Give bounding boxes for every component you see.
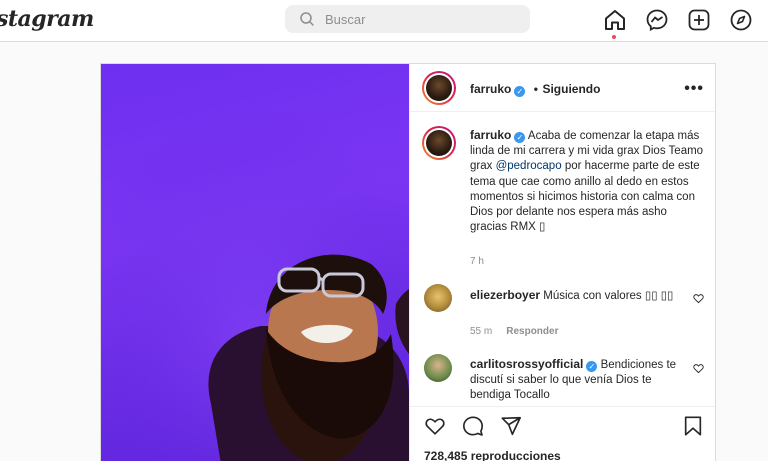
comment-2: carlitosrossyofficial ✓ Bendiciones te di… [470,357,690,403]
reply-button[interactable]: Responder [506,326,558,337]
comment-like-icon[interactable] [693,363,704,374]
more-options-icon[interactable]: ••• [684,80,704,98]
search-icon [300,12,314,26]
caption-username[interactable]: farruko [470,128,511,142]
following-button[interactable]: Siguiendo [542,82,600,96]
caption-time[interactable]: 7 h [470,256,484,267]
notification-dot [612,35,616,39]
author-avatar[interactable] [422,71,456,105]
verified-badge-icon: ✓ [514,86,526,97]
explore-icon[interactable] [729,8,753,32]
heart-icon[interactable] [424,415,446,437]
comment-1: eliezerboyer Música con valores ▯▯ ▯▯ [470,288,690,304]
caption-avatar[interactable] [422,126,456,160]
follow-separator: • [533,82,538,96]
commenter-avatar[interactable] [424,284,452,312]
comment-text: Música con valores ▯▯ ▯▯ [543,290,674,302]
post-header: farruko ✓ • Siguiendo ••• [410,64,715,112]
post-caption: farruko ✓ Acaba de comenzar la etapa más … [470,128,706,235]
messenger-icon[interactable] [645,8,669,32]
post-actions-bar: 728,485 reproducciones [410,406,715,461]
home-icon[interactable] [603,8,627,32]
author-username[interactable]: farruko [470,82,511,96]
comment-username[interactable]: eliezerboyer [470,288,540,302]
search-box[interactable]: Buscar [285,5,530,33]
comment-username[interactable]: carlitosrossyofficial [470,357,583,371]
bookmark-icon[interactable] [682,415,704,437]
top-navigation-bar: stagram Buscar [0,0,768,42]
post-details-panel: farruko ✓ • Siguiendo ••• farruko ✓ Acaba … [409,64,715,461]
verified-badge-icon: ✓ [586,361,598,372]
search-input[interactable]: Buscar [325,12,365,27]
view-count[interactable]: 728,485 reproducciones [424,449,561,461]
comment-1-meta: 55 m Responder [470,326,558,337]
instagram-logo[interactable]: stagram [0,6,94,32]
share-icon[interactable] [500,415,522,437]
comment-time[interactable]: 55 m [470,326,492,337]
comment-like-icon[interactable] [693,293,704,304]
post-card: farruko ✓ • Siguiendo ••• farruko ✓ Acaba … [100,63,716,461]
author-line: farruko ✓ • Siguiendo [470,80,600,98]
comment-icon[interactable] [462,415,484,437]
video-frame-illustration [101,64,409,461]
commenter-avatar[interactable] [424,354,452,382]
verified-badge-icon: ✓ [514,132,526,143]
post-video[interactable] [101,64,409,461]
caption-mention-link[interactable]: @pedrocapo [496,160,562,172]
new-post-icon[interactable] [687,8,711,32]
